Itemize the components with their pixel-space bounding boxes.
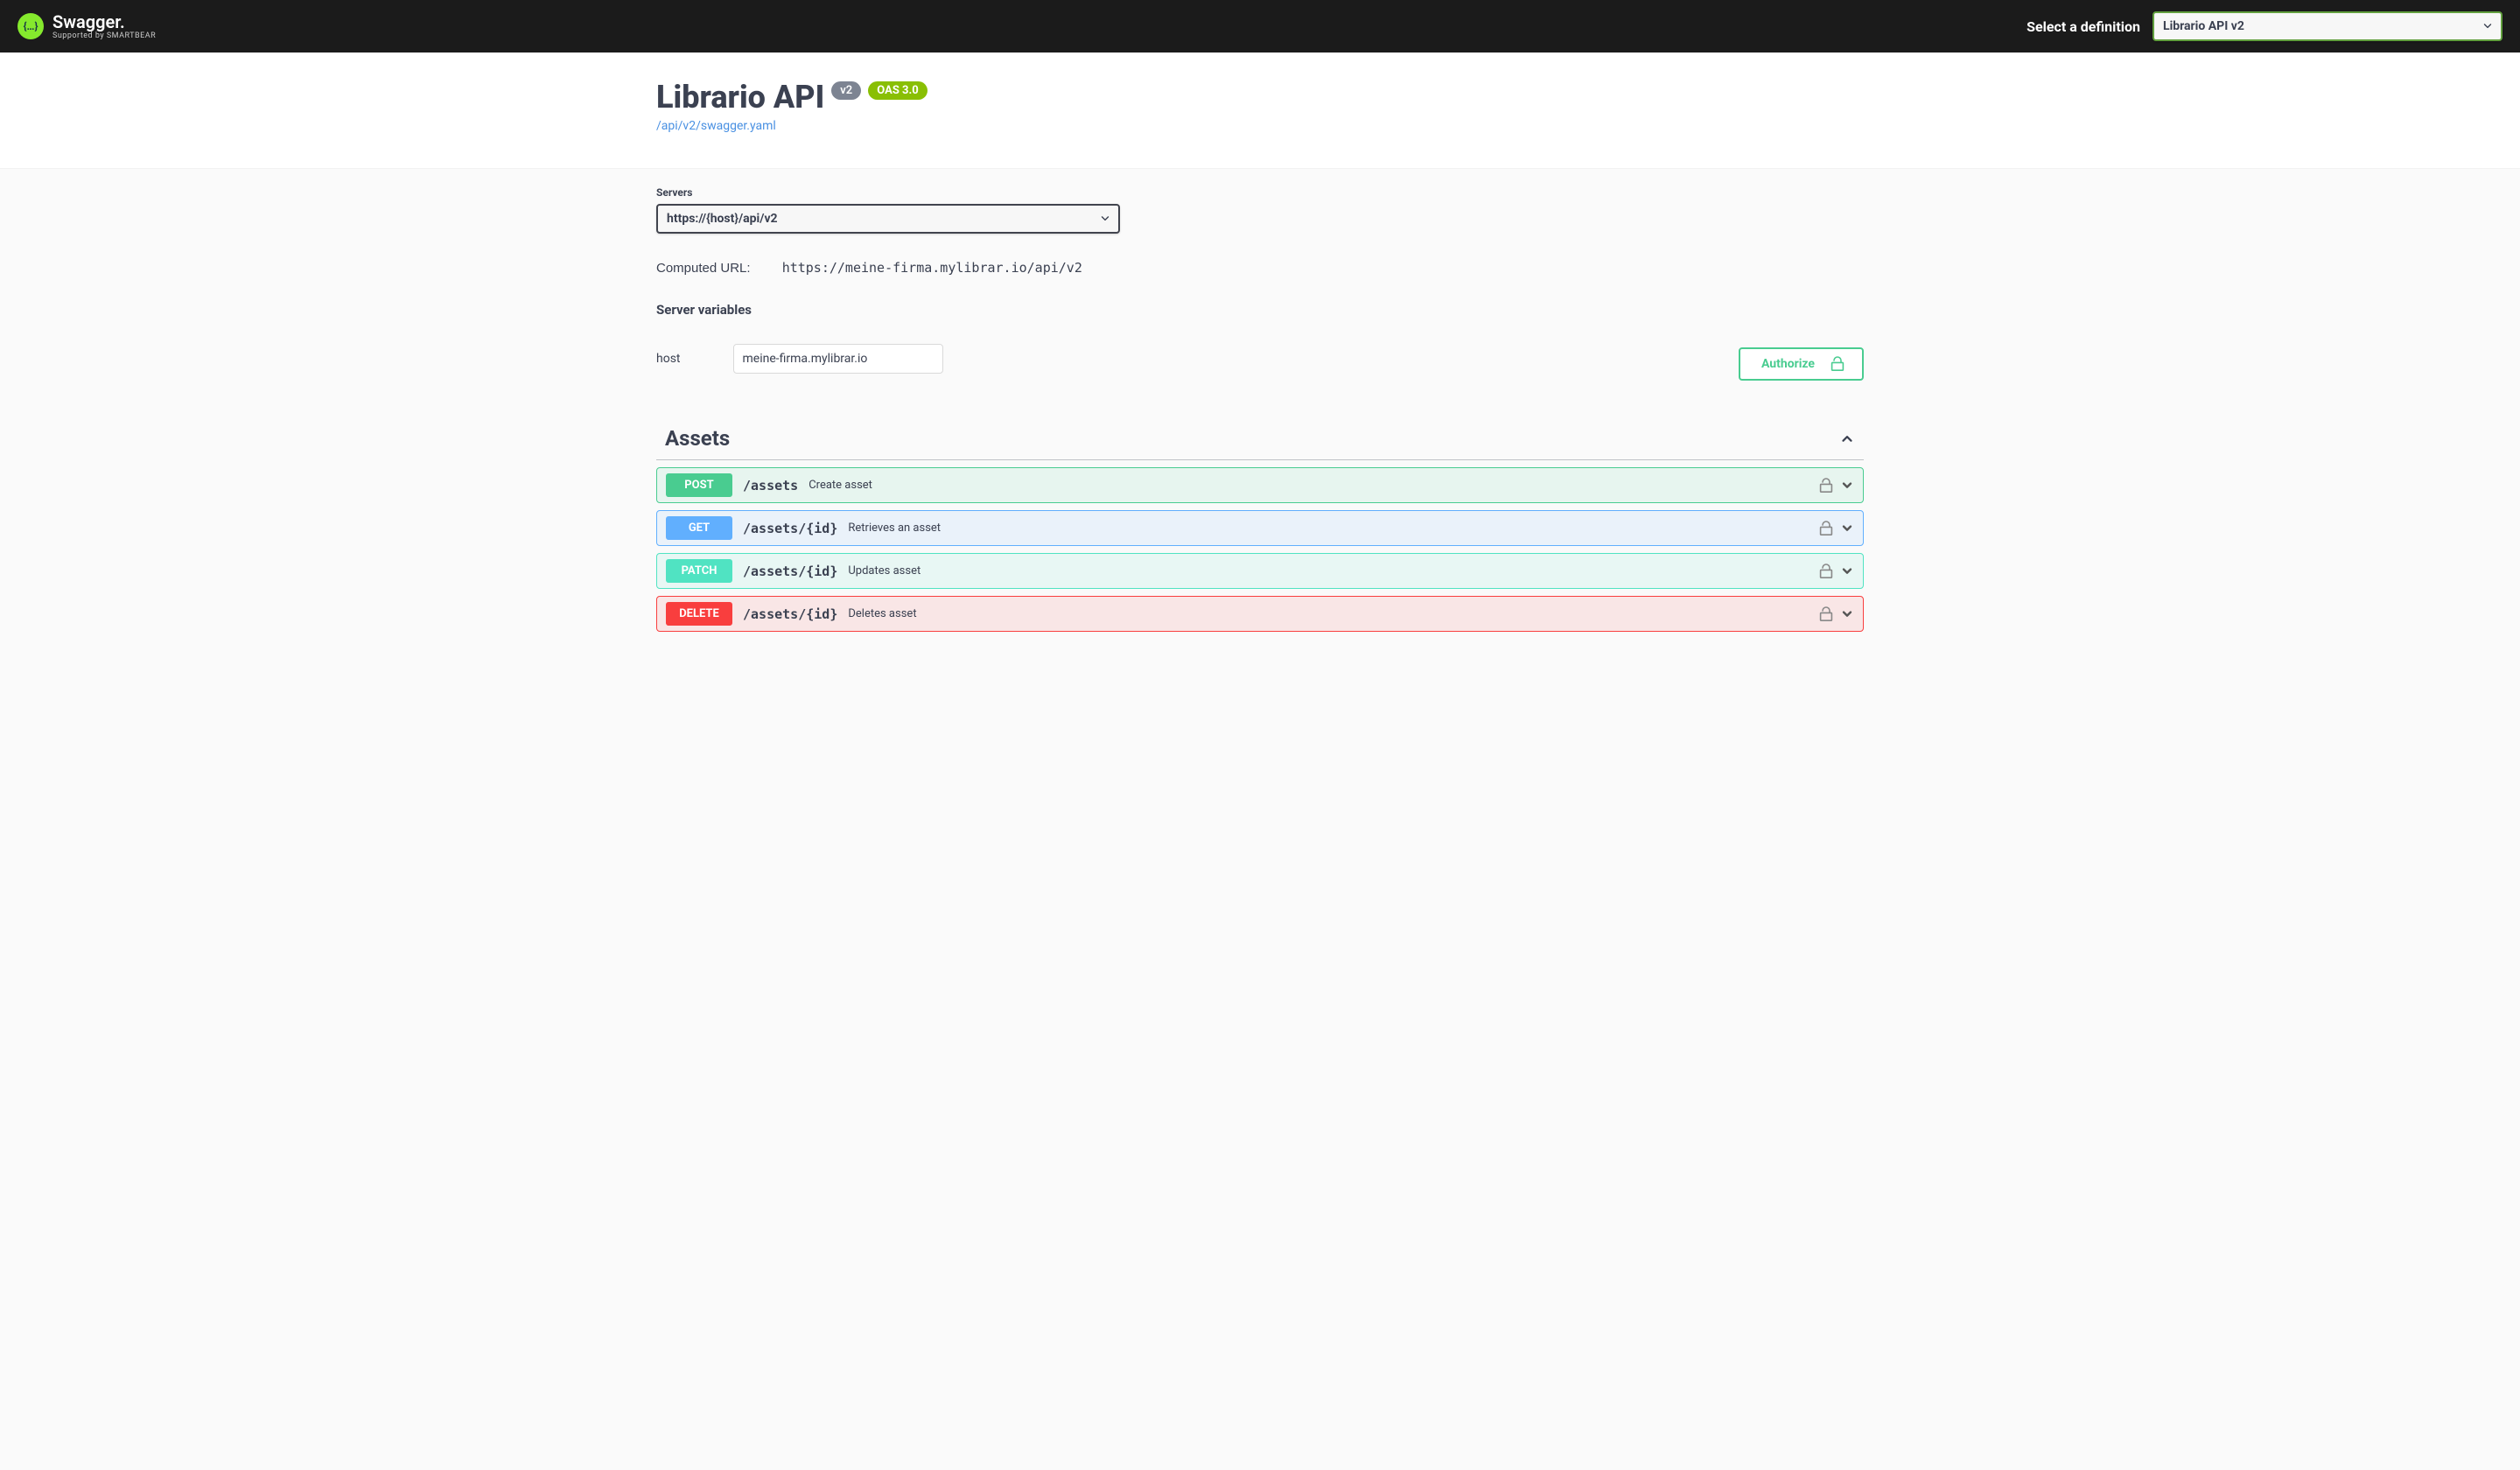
authorize-wrapper: Authorize bbox=[1739, 347, 1864, 381]
http-method-badge: PATCH bbox=[666, 559, 732, 583]
servers-section: Servers https://{host}/api/v2 Computed U… bbox=[0, 169, 2520, 400]
definition-selector-block: Select a definition Librario API v2 bbox=[2026, 11, 2502, 41]
select-definition-label: Select a definition bbox=[2026, 18, 2140, 35]
authorize-button[interactable]: Authorize bbox=[1739, 347, 1864, 381]
server-variable-row: host bbox=[656, 344, 1864, 374]
server-variable-input[interactable] bbox=[733, 344, 943, 374]
computed-url-label: Computed URL: bbox=[656, 261, 751, 276]
http-method-badge: POST bbox=[666, 473, 732, 497]
api-version-badge: v2 bbox=[831, 81, 861, 100]
chevron-down-icon bbox=[1840, 607, 1854, 621]
definition-select[interactable]: Librario API v2 bbox=[2152, 11, 2502, 41]
api-info-section: Librario API v2 OAS 3.0 /api/v2/swagger.… bbox=[0, 52, 2520, 169]
operation-patch[interactable]: PATCH/assets/{id} Updates asset bbox=[656, 553, 1864, 589]
authorize-label: Authorize bbox=[1761, 357, 1815, 371]
oas-badge: OAS 3.0 bbox=[868, 81, 928, 100]
chevron-up-icon bbox=[1839, 430, 1855, 446]
server-variables-heading: Server variables bbox=[656, 302, 1864, 318]
operation-path: /assets/{id} bbox=[743, 564, 837, 579]
operation-tag: Assets POST/assets Create asset GET/assets/… bbox=[656, 417, 1864, 632]
operation-delete[interactable]: DELETE/assets/{id} Deletes asset bbox=[656, 596, 1864, 632]
swagger-logo-icon: {…} bbox=[18, 13, 44, 39]
lock-icon bbox=[1819, 478, 1833, 494]
chevron-down-icon bbox=[1840, 522, 1854, 536]
lock-icon bbox=[1819, 564, 1833, 579]
operation-summary: Create asset bbox=[808, 479, 872, 492]
chevron-down-icon bbox=[1840, 564, 1854, 578]
computed-url-value: https://meine-firma.mylibrar.io/api/v2 bbox=[782, 260, 1082, 276]
swagger-logo[interactable]: {…} Swagger. Supported by SMARTBEAR bbox=[18, 13, 156, 40]
operations-section: Assets POST/assets Create asset GET/assets/… bbox=[0, 400, 2520, 667]
tag-title: Assets bbox=[665, 426, 730, 451]
server-select[interactable]: https://{host}/api/v2 bbox=[656, 204, 1120, 234]
server-select-wrap: https://{host}/api/v2 bbox=[656, 204, 1120, 234]
topbar: {…} Swagger. Supported by SMARTBEAR Sele… bbox=[0, 0, 2520, 52]
chevron-down-icon bbox=[1840, 479, 1854, 493]
lock-icon bbox=[1819, 606, 1833, 622]
operation-path: /assets/{id} bbox=[743, 606, 837, 622]
definition-select-wrap: Librario API v2 bbox=[2152, 11, 2502, 41]
operation-get[interactable]: GET/assets/{id} Retrieves an asset bbox=[656, 510, 1864, 546]
http-method-badge: GET bbox=[666, 516, 732, 540]
api-title: Librario API bbox=[656, 79, 824, 116]
server-variables-table: host bbox=[656, 344, 1864, 374]
operation-summary: Deletes asset bbox=[848, 607, 916, 620]
logo-text: Swagger. bbox=[52, 13, 156, 31]
unlock-icon bbox=[1830, 356, 1844, 372]
server-variable-name: host bbox=[656, 352, 681, 366]
lock-icon bbox=[1819, 521, 1833, 536]
operation-path: /assets/{id} bbox=[743, 521, 837, 536]
operation-summary: Updates asset bbox=[848, 564, 920, 578]
http-method-badge: DELETE bbox=[666, 602, 732, 626]
operation-path: /assets bbox=[743, 478, 798, 494]
servers-label: Servers bbox=[656, 186, 1864, 199]
spec-url-link[interactable]: /api/v2/swagger.yaml bbox=[656, 119, 776, 133]
computed-url-row: Computed URL: https://meine-firma.mylibr… bbox=[656, 260, 1864, 276]
operation-summary: Retrieves an asset bbox=[848, 522, 941, 535]
logo-subtext: Supported by SMARTBEAR bbox=[52, 32, 156, 40]
operation-post[interactable]: POST/assets Create asset bbox=[656, 467, 1864, 503]
tag-header[interactable]: Assets bbox=[656, 417, 1864, 460]
